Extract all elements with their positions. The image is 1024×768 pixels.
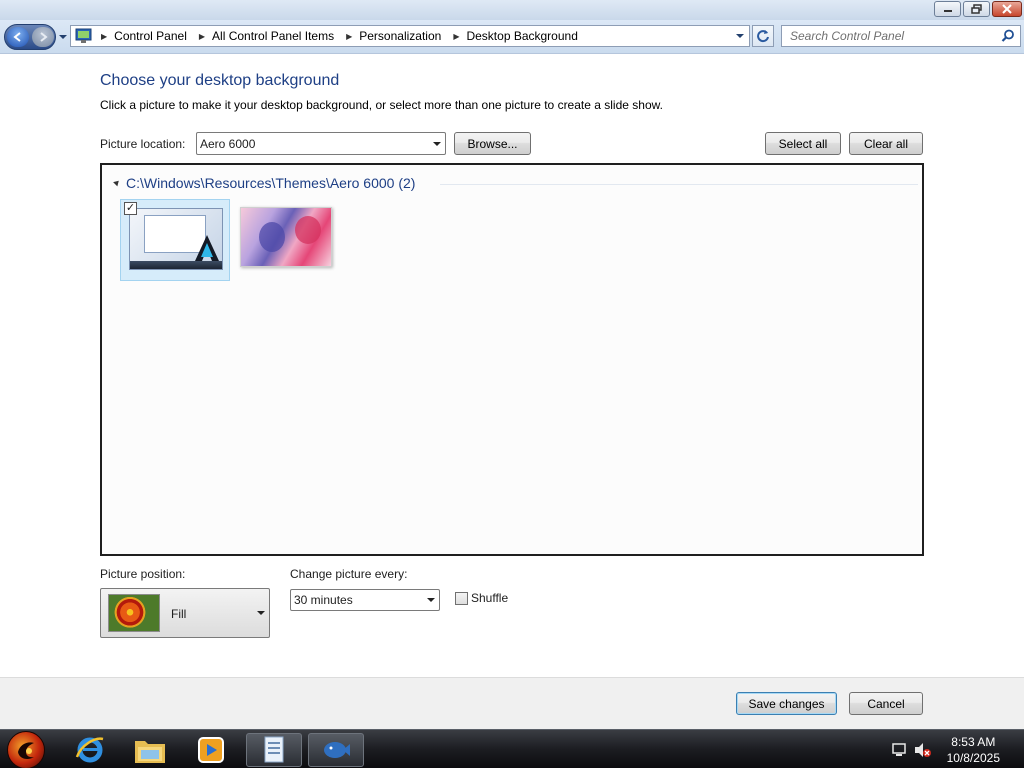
back-button[interactable] [7,27,29,47]
wallpaper-preview-image [129,208,223,270]
breadcrumb-separator-icon[interactable]: ▶ [453,32,459,41]
internet-explorer-icon [75,737,104,763]
search-input[interactable] [790,26,1000,46]
breadcrumb-label[interactable]: All Control Panel Items [212,29,334,43]
volume-muted-icon[interactable] [914,742,932,758]
shuffle-checkbox[interactable]: Shuffle [455,591,508,605]
fill-position-preview-icon [108,594,160,632]
network-icon[interactable] [892,742,908,758]
address-history-button[interactable] [733,29,747,43]
refresh-button[interactable] [752,25,774,47]
select-all-button[interactable]: Select all [765,132,841,155]
history-buttons [4,24,56,50]
navigation-bar: ▶ Control Panel ▶ All Control Panel Items … [0,20,1024,54]
close-button[interactable] [992,1,1022,17]
search-icon[interactable] [1001,29,1015,43]
save-changes-button[interactable]: Save changes [736,692,837,715]
arrow-right-icon [40,32,48,42]
preview-taskbar [130,261,222,269]
picture-location-value: Aero 6000 [200,136,256,151]
picture-position-label: Picture position: [100,567,186,581]
window-controls [934,1,1022,17]
change-picture-value: 30 minutes [294,593,353,607]
breadcrumb-label[interactable]: Desktop Background [466,29,577,43]
breadcrumb-control-panel[interactable]: ▶ Control Panel [99,29,187,43]
arrow-left-icon [13,32,21,42]
picture-location-label: Picture location: [100,137,186,151]
taskbar: 8:53 AM 10/8/2025 [0,729,1024,768]
chevron-down-icon [433,141,441,146]
preview-figure [259,222,285,252]
close-icon [1002,4,1012,14]
minimize-icon [943,10,952,12]
start-orb-icon [18,742,34,760]
aero-logo-icon [195,235,219,261]
change-picture-interval-dropdown[interactable]: 30 minutes [290,589,440,611]
breadcrumb-label[interactable]: Personalization [359,29,441,43]
group-divider [440,184,918,185]
control-panel-icon [75,28,92,43]
preview-figure [295,216,321,244]
shuffle-label[interactable]: Shuffle [471,591,508,605]
footer-bar: Save changes Cancel [0,677,1024,729]
personalization-window-icon [324,742,350,758]
taskbar-internet-explorer[interactable] [62,733,118,767]
page-description: Click a picture to make it your desktop … [100,98,663,112]
breadcrumb-personalization[interactable]: ▶ Personalization [344,29,441,43]
wallpaper-thumbnail-aero-6000[interactable]: ✓ [120,199,230,281]
restore-button[interactable] [963,1,990,17]
picture-position-dropdown[interactable]: Fill [100,588,270,638]
clock-time: 8:53 AM [951,735,996,749]
minimize-button[interactable] [934,1,961,17]
breadcrumb-label[interactable]: Control Panel [114,29,187,43]
picture-location-dropdown[interactable]: Aero 6000 [196,132,446,155]
change-picture-label: Change picture every: [290,567,408,581]
page-title: Choose your desktop background [100,72,340,89]
breadcrumb-separator-icon[interactable]: ▶ [346,32,352,41]
address-bar[interactable]: ▶ Control Panel ▶ All Control Panel Items … [70,25,750,47]
title-bar [0,0,1024,20]
media-player-icon [198,737,224,763]
taskbar-media-player[interactable] [183,733,239,767]
breadcrumb-separator-icon[interactable]: ▶ [101,32,107,41]
picture-gallery[interactable]: C:\Windows\Resources\Themes\Aero 6000 (2… [100,163,924,556]
start-button[interactable] [7,731,45,768]
checkbox-box[interactable] [455,591,468,605]
group-header[interactable]: C:\Windows\Resources\Themes\Aero 6000 (2… [126,175,415,191]
chevron-down-icon [257,611,265,615]
recent-pages-button[interactable] [58,32,68,42]
forward-button[interactable] [32,27,54,47]
taskbar-document-window[interactable] [246,733,302,767]
clear-all-button[interactable]: Clear all [849,132,923,155]
document-icon [264,736,284,763]
browse-button[interactable]: Browse... [454,132,531,155]
wallpaper-thumbnail-anime[interactable] [240,207,332,267]
breadcrumb-separator-icon[interactable]: ▶ [199,32,205,41]
taskbar-personalization-window[interactable] [308,733,364,767]
wallpaper-select-checkbox[interactable]: ✓ [124,202,137,215]
collapse-group-icon[interactable] [113,178,121,187]
chevron-down-icon [427,598,435,602]
taskbar-file-explorer[interactable] [122,733,178,767]
refresh-icon [757,30,769,43]
picture-position-value: Fill [171,607,187,621]
clock-date: 10/8/2025 [946,751,1000,765]
breadcrumb-all-items[interactable]: ▶ All Control Panel Items [197,29,334,43]
breadcrumb-desktop-background[interactable]: ▶ Desktop Background [451,29,578,43]
cancel-button[interactable]: Cancel [849,692,923,715]
file-explorer-icon [135,741,165,763]
restore-icon [970,4,982,14]
system-clock[interactable]: 8:53 AM 10/8/2025 [947,734,1000,766]
search-box[interactable] [781,25,1021,47]
chevron-down-icon [736,34,744,38]
chevron-down-icon [59,35,67,39]
